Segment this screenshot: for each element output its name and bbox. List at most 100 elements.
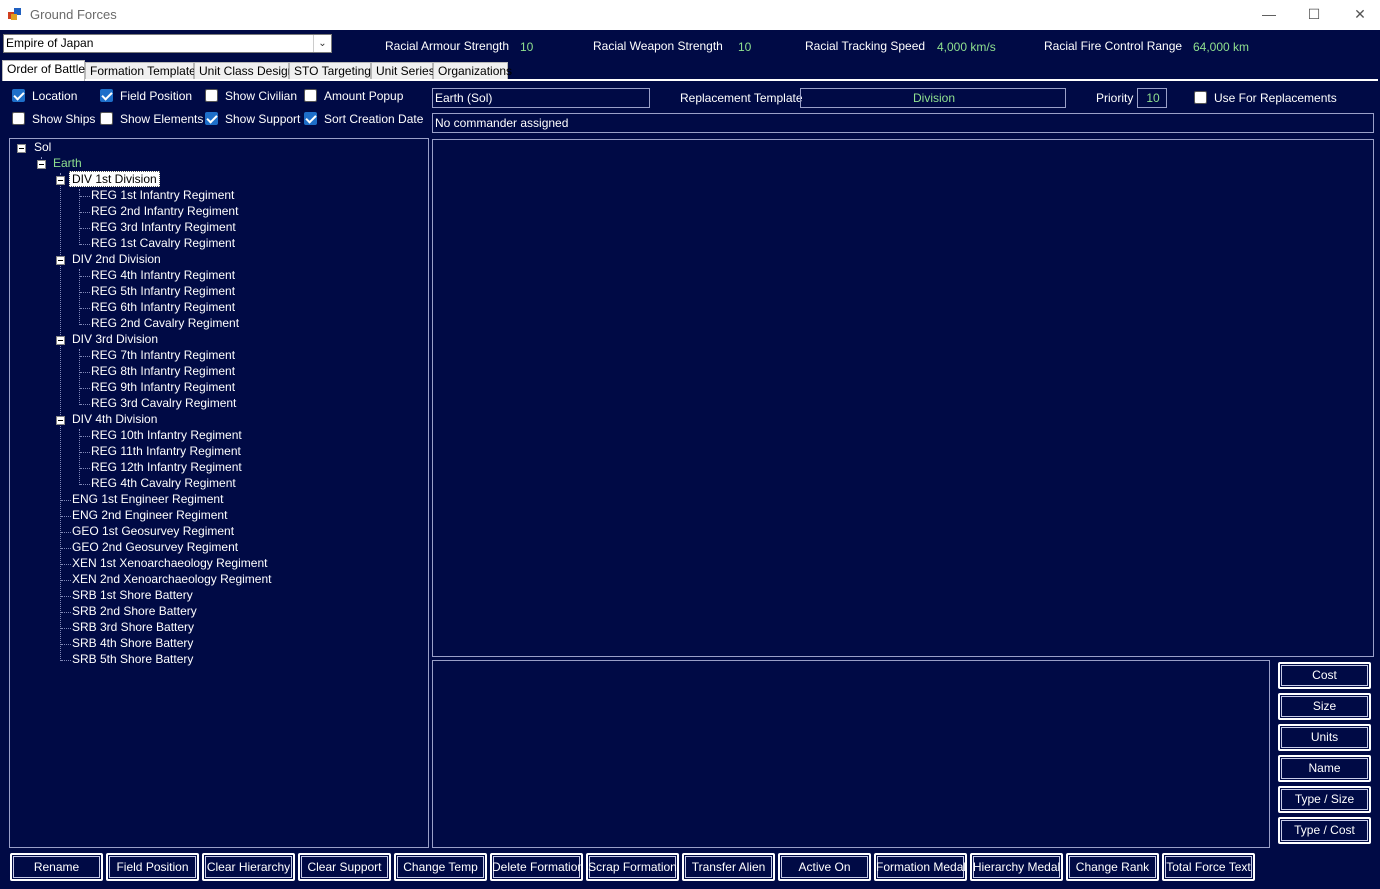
checkbox-unchecked-icon — [205, 89, 218, 102]
empire-dropdown[interactable]: Empire of Japan ⌄ — [3, 34, 332, 53]
tab-unit-series[interactable]: Unit Series — [371, 62, 435, 80]
transfer-alien-button[interactable]: Transfer Alien — [682, 853, 775, 881]
tree-node-formation[interactable]: DIV 1st Division — [69, 171, 160, 187]
tree-node-formation[interactable]: REG 12th Infantry Regiment — [89, 460, 244, 476]
checkbox-unchecked-icon — [304, 89, 317, 102]
show-ships-checkbox[interactable]: Show Ships — [12, 112, 95, 128]
change-temp-button[interactable]: Change Temp — [394, 853, 487, 881]
checkbox-unchecked-icon — [1194, 91, 1207, 104]
priority-field[interactable]: 10 — [1137, 88, 1167, 108]
delete-formation-button[interactable]: Delete Formation — [490, 853, 583, 881]
formation-medal-button[interactable]: Formation Medal — [874, 853, 967, 881]
close-button[interactable]: ✕ — [1337, 0, 1380, 30]
show-support-checkbox[interactable]: Show Support — [205, 112, 300, 128]
sort-size-button[interactable]: Size — [1278, 693, 1371, 720]
show-elements-checkbox[interactable]: Show Elements — [100, 112, 203, 128]
tree-node-formation[interactable]: REG 4th Infantry Regiment — [89, 268, 237, 284]
tree-line — [79, 349, 80, 405]
tree-node-formation[interactable]: SRB 3rd Shore Battery — [70, 620, 196, 636]
scrap-formation-button[interactable]: Scrap Formation — [586, 853, 679, 881]
tree-node-formation[interactable]: DIV 2nd Division — [70, 252, 163, 268]
tab-formation-templates[interactable]: Formation Templates — [85, 62, 202, 80]
tree-node-formation[interactable]: REG 1st Cavalry Regiment — [89, 236, 237, 252]
sort-creation-date-checkbox[interactable]: Sort Creation Date — [304, 112, 423, 128]
tree-node-formation[interactable]: GEO 1st Geosurvey Regiment — [70, 524, 236, 540]
tree-node-formation[interactable]: SRB 1st Shore Battery — [70, 588, 195, 604]
hierarchy-medal-button[interactable]: Hierarchy Medal — [970, 853, 1063, 881]
tab-unit-class-design[interactable]: Unit Class Design — [194, 62, 294, 80]
tree-node-formation[interactable]: SRB 4th Shore Battery — [70, 636, 195, 652]
tree-node-formation[interactable]: REG 9th Infantry Regiment — [89, 380, 237, 396]
tree-node-formation[interactable]: REG 8th Infantry Regiment — [89, 364, 237, 380]
active-on-button[interactable]: Active On — [778, 853, 871, 881]
tree-node-formation[interactable]: REG 6th Infantry Regiment — [89, 300, 237, 316]
location-field[interactable]: Earth (Sol) — [432, 88, 650, 108]
minimize-button[interactable]: — — [1246, 0, 1292, 30]
tree-node-formation[interactable]: XEN 2nd Xenoarchaeology Regiment — [70, 572, 273, 588]
replacement-template-label: Replacement Template — [680, 91, 803, 105]
total-force-text-button[interactable]: Total Force Text — [1162, 853, 1255, 881]
tree-node-formation[interactable]: DIV 4th Division — [70, 412, 159, 428]
tree-node-formation[interactable]: REG 2nd Cavalry Regiment — [89, 316, 241, 332]
tree-node-formation[interactable]: GEO 2nd Geosurvey Regiment — [70, 540, 240, 556]
maximize-button[interactable]: ☐ — [1291, 0, 1337, 30]
sort-cost-button[interactable]: Cost — [1278, 662, 1371, 689]
collapse-icon[interactable] — [17, 144, 26, 153]
field-position-checkbox[interactable]: Field Position — [100, 89, 192, 105]
checkbox-checked-icon — [304, 112, 317, 125]
chevron-down-icon[interactable]: ⌄ — [313, 35, 331, 52]
tree-node-formation[interactable]: ENG 2nd Engineer Regiment — [70, 508, 229, 524]
tree-line — [79, 189, 80, 245]
tracking-speed-value: 4,000 km/s — [937, 40, 996, 54]
sort-type-size-button[interactable]: Type / Size — [1278, 786, 1371, 813]
tree-node-formation[interactable]: REG 3rd Infantry Regiment — [89, 220, 238, 236]
amount-popup-checkbox[interactable]: Amount Popup — [304, 89, 403, 105]
tree-node-formation[interactable]: REG 4th Cavalry Regiment — [89, 476, 238, 492]
show-civilian-checkbox[interactable]: Show Civilian — [205, 89, 297, 105]
commander-field[interactable]: No commander assigned — [432, 113, 1374, 133]
field-position-button[interactable]: Field Position — [106, 853, 199, 881]
order-of-battle-tree[interactable]: Sol Earth DIV 1st Division REG 1st Infan… — [9, 138, 429, 848]
tree-node-formation[interactable]: REG 5th Infantry Regiment — [89, 284, 237, 300]
rename-button[interactable]: Rename — [10, 853, 103, 881]
use-for-replacements-checkbox[interactable]: Use For Replacements — [1194, 91, 1337, 107]
tree-line — [79, 269, 80, 325]
tree-node-formation[interactable]: DIV 3rd Division — [70, 332, 160, 348]
tree-node-formation[interactable]: SRB 5th Shore Battery — [70, 652, 195, 668]
tab-organizations[interactable]: Organizations — [433, 62, 512, 80]
tree-node-body[interactable]: Earth — [51, 156, 84, 172]
tree-node-formation[interactable]: REG 7th Infantry Regiment — [89, 348, 237, 364]
tree-node-formation[interactable]: ENG 1st Engineer Regiment — [70, 492, 225, 508]
amount-popup-checkbox-label: Amount Popup — [324, 89, 404, 103]
tree-node-formation[interactable]: SRB 2nd Shore Battery — [70, 604, 199, 620]
collapse-icon[interactable] — [56, 336, 65, 345]
sort-units-button[interactable]: Units — [1278, 724, 1371, 751]
replacement-template-field[interactable]: Division — [800, 88, 1066, 108]
tab-order-of-battle[interactable]: Order of Battle — [2, 60, 85, 81]
tree-node-formation[interactable]: REG 1st Infantry Regiment — [89, 188, 236, 204]
tree-node-formation[interactable]: REG 10th Infantry Regiment — [89, 428, 244, 444]
tracking-speed-label: Racial Tracking Speed — [805, 39, 926, 53]
collapse-icon[interactable] — [56, 416, 65, 425]
checkbox-checked-icon — [205, 112, 218, 125]
location-checkbox[interactable]: Location — [12, 89, 77, 105]
clear-support-button[interactable]: Clear Support — [298, 853, 391, 881]
collapse-icon[interactable] — [56, 256, 65, 265]
sort-name-button[interactable]: Name — [1278, 755, 1371, 782]
use-for-replacements-label: Use For Replacements — [1214, 91, 1337, 105]
clear-hierarchy-button[interactable]: Clear Hierarchy — [202, 853, 295, 881]
tree-line — [79, 429, 80, 485]
change-rank-button[interactable]: Change Rank — [1066, 853, 1159, 881]
tree-node-system[interactable]: Sol — [32, 140, 53, 156]
sort-type-cost-button[interactable]: Type / Cost — [1278, 817, 1371, 844]
title-bar: Ground Forces — ☐ ✕ — [0, 0, 1380, 30]
tree-node-formation[interactable]: REG 3rd Cavalry Regiment — [89, 396, 238, 412]
tree-node-formation[interactable]: REG 2nd Infantry Regiment — [89, 204, 240, 220]
tree-node-formation[interactable]: XEN 1st Xenoarchaeology Regiment — [70, 556, 269, 572]
tree-node-formation[interactable]: REG 11th Infantry Regiment — [89, 444, 243, 460]
formation-detail-list[interactable] — [432, 139, 1374, 657]
formation-summary-panel[interactable] — [432, 660, 1270, 848]
collapse-icon[interactable] — [37, 160, 46, 169]
tab-sto-targeting[interactable]: STO Targeting — [289, 62, 371, 80]
collapse-icon[interactable] — [56, 176, 65, 185]
